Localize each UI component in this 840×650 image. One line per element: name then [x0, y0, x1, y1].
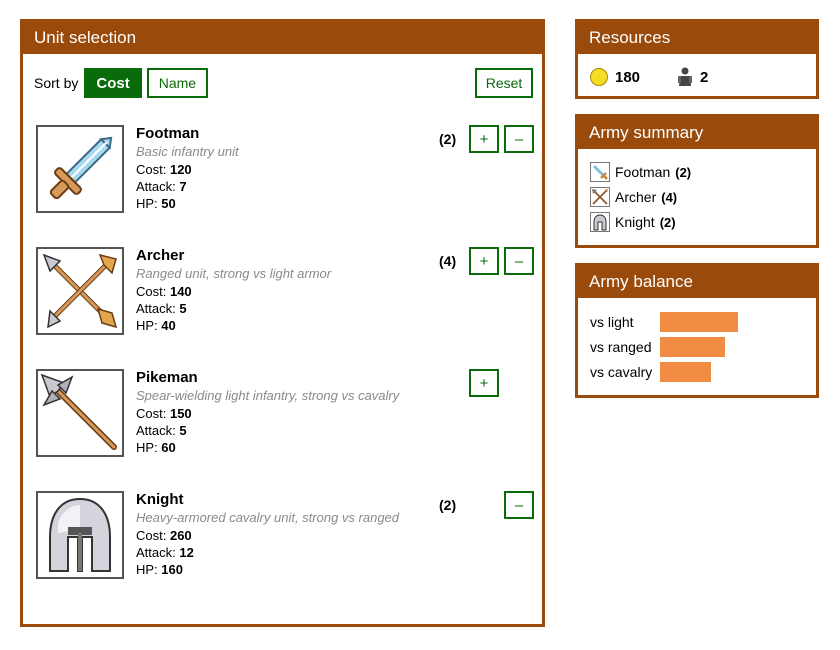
- unit-cost: Cost: 120: [136, 162, 192, 177]
- summary-item-name: Footman: [615, 164, 671, 180]
- sort-label: Sort by: [34, 75, 79, 91]
- unit-cost: Cost: 140: [136, 284, 192, 299]
- unit-count: (2): [439, 497, 457, 513]
- summary-item-count: (4): [661, 189, 678, 205]
- resources-row: 180 2: [590, 67, 708, 87]
- unit-selection-title: Unit selection: [23, 22, 542, 54]
- unit-description: Ranged unit, strong vs light armor: [136, 266, 332, 281]
- balance-bar: [660, 362, 711, 382]
- balance-label: vs light: [590, 314, 634, 330]
- add-archer-button[interactable]: +: [469, 247, 499, 275]
- add-footman-button[interactable]: +: [469, 125, 499, 153]
- sort-controls: Sort by Cost Name: [34, 68, 209, 98]
- reset-button[interactable]: Reset: [475, 68, 533, 98]
- summary-item-count: (2): [659, 214, 676, 230]
- add-pikeman-button[interactable]: +: [469, 369, 499, 397]
- unit-hp: HP: 60: [136, 440, 176, 455]
- summary-item-archer: Archer (4): [590, 187, 677, 207]
- unit-description: Spear-wielding light infantry, strong vs…: [136, 388, 400, 403]
- resources-title: Resources: [578, 22, 816, 54]
- unit-info: Archer Ranged unit, strong vs light armo…: [136, 247, 331, 334]
- coin-icon: [590, 68, 608, 86]
- population-amount: 2: [700, 68, 709, 86]
- unit-selection-panel: Unit selection Sort by Cost Name Reset F…: [20, 19, 545, 627]
- spear-icon: [36, 369, 124, 457]
- remove-archer-button[interactable]: –: [504, 247, 534, 275]
- unit-name: Pikeman: [136, 369, 198, 386]
- balance-label: vs cavalry: [590, 364, 653, 380]
- unit-cost: Cost: 150: [136, 406, 192, 421]
- unit-info: Knight Heavy-armored cavalry unit, stron…: [136, 491, 399, 578]
- unit-attack: Attack: 5: [136, 423, 187, 438]
- summary-item-count: (2): [675, 164, 692, 180]
- unit-attack: Attack: 12: [136, 545, 194, 560]
- unit-name: Archer: [136, 247, 185, 264]
- unit-info: Footman Basic infantry unit Cost: 120 At…: [136, 125, 239, 212]
- balance-bar: [660, 312, 738, 332]
- army-balance-title: Army balance: [578, 266, 816, 298]
- unit-hp: HP: 40: [136, 318, 176, 333]
- arrows-icon: [36, 247, 124, 335]
- unit-card-pikeman: Pikeman Spear-wielding light infantry, s…: [34, 369, 534, 469]
- remove-knight-button[interactable]: –: [504, 491, 534, 519]
- helmet-icon: [36, 491, 124, 579]
- sort-by-cost-button[interactable]: Cost: [84, 68, 142, 98]
- summary-item-name: Archer: [615, 189, 657, 205]
- summary-item-name: Knight: [615, 214, 655, 230]
- sword-icon: [590, 162, 610, 182]
- remove-footman-button[interactable]: –: [504, 125, 534, 153]
- unit-attack: Attack: 7: [136, 179, 187, 194]
- balance-label: vs ranged: [590, 339, 652, 355]
- unit-name: Knight: [136, 491, 184, 508]
- unit-attack: Attack: 5: [136, 301, 187, 316]
- unit-description: Heavy-armored cavalry unit, strong vs ra…: [136, 510, 400, 525]
- balance-bar: [660, 337, 725, 357]
- gold-amount: 180: [615, 68, 641, 86]
- unit-cost: Cost: 260: [136, 528, 192, 543]
- unit-hp: HP: 160: [136, 562, 183, 577]
- sort-by-name-button[interactable]: Name: [146, 68, 209, 98]
- summary-item-footman: Footman (2): [590, 162, 691, 182]
- summary-item-knight: Knight (2): [590, 212, 676, 232]
- unit-name: Footman: [136, 125, 200, 142]
- soldier-icon: [678, 67, 693, 86]
- unit-hp: HP: 50: [136, 196, 176, 211]
- arrows-icon: [590, 187, 610, 207]
- helmet-icon: [590, 212, 610, 232]
- unit-count: (2): [439, 131, 457, 147]
- unit-description: Basic infantry unit: [136, 144, 239, 159]
- army-summary-title: Army summary: [578, 117, 816, 149]
- unit-card-knight: Knight Heavy-armored cavalry unit, stron…: [34, 491, 534, 591]
- unit-info: Pikeman Spear-wielding light infantry, s…: [136, 369, 399, 456]
- unit-count: (4): [439, 253, 457, 269]
- sword-icon: [36, 125, 124, 213]
- unit-card-footman: Footman Basic infantry unit Cost: 120 At…: [34, 125, 534, 225]
- resources-panel: Resources 180 2: [575, 19, 819, 99]
- unit-card-archer: Archer Ranged unit, strong vs light armo…: [34, 247, 534, 347]
- army-balance-panel: Army balance vs light vs ranged vs caval…: [575, 263, 819, 398]
- army-summary-panel: Army summary Footman (2) Archer (4) Knig…: [575, 114, 819, 248]
